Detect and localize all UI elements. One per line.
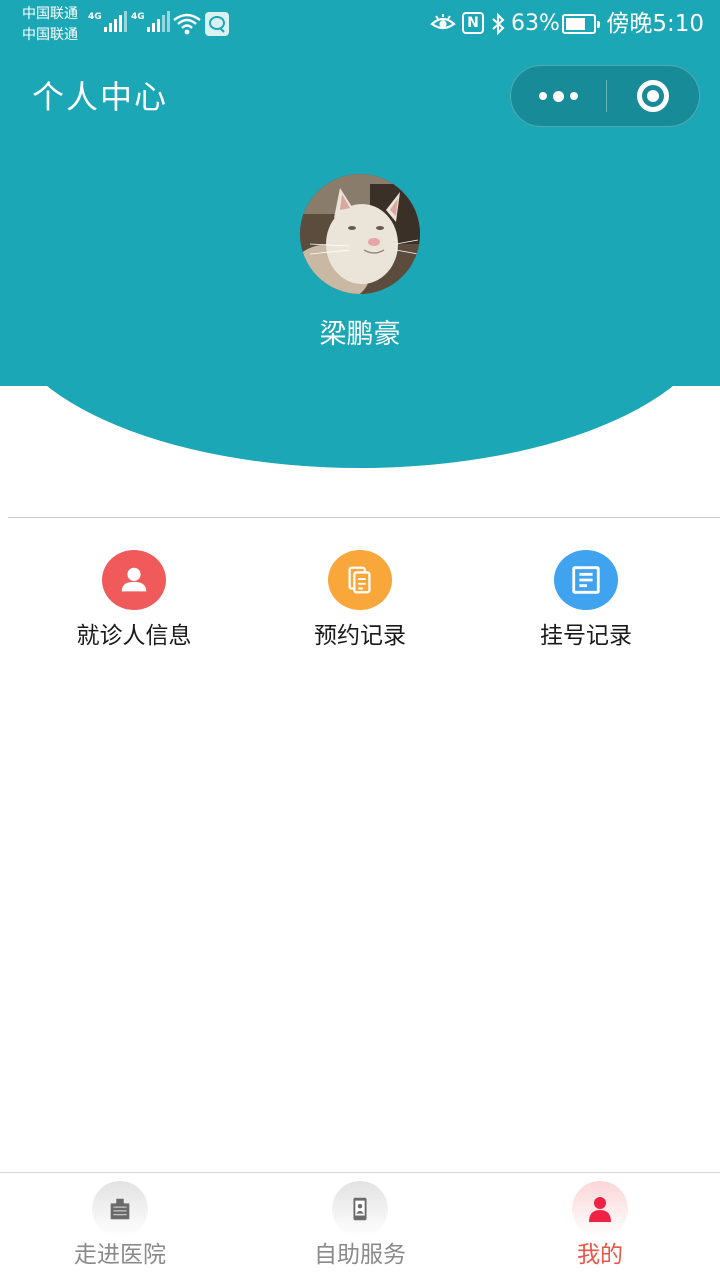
target-icon — [637, 80, 669, 112]
carrier-2-label: 中国联通 — [22, 27, 78, 43]
battery-icon — [562, 14, 600, 34]
tab-label: 自助服务 — [314, 1242, 406, 1268]
network-1-label: 4G — [88, 12, 102, 22]
menu-item-label: 预约记录 — [314, 623, 406, 649]
menu-item-patient-info[interactable]: 就诊人信息 — [14, 548, 254, 658]
user-name: 梁鹏豪 — [319, 319, 401, 350]
screen: 中国联通 中国联通 4G 4G N 63% 傍晚5:10 个人中心 梁鹏豪 就诊… — [0, 0, 720, 1280]
tab-mine[interactable]: 我的 — [480, 1173, 720, 1280]
menu-item-label: 挂号记录 — [540, 623, 632, 649]
mini-program-capsule — [510, 65, 700, 127]
network-2-label: 4G — [131, 12, 145, 22]
avatar[interactable] — [300, 174, 420, 294]
eye-icon — [430, 14, 456, 30]
page-title: 个人中心 — [32, 78, 169, 116]
hospital-icon — [92, 1181, 148, 1237]
signal-2-icon: 4G — [131, 11, 170, 32]
cat-photo — [300, 174, 420, 294]
menu-item-registrations[interactable]: 挂号记录 — [466, 548, 706, 658]
section-divider — [8, 517, 720, 518]
wifi-icon — [173, 13, 201, 35]
user-icon — [102, 550, 166, 610]
clock: 傍晚5:10 — [606, 11, 704, 37]
message-app-icon — [205, 12, 229, 36]
tab-hospital[interactable]: 走进医院 — [0, 1173, 240, 1280]
tab-label: 我的 — [577, 1242, 623, 1268]
list-doc-icon — [554, 550, 618, 610]
more-button[interactable] — [511, 66, 606, 126]
menu-item-appointments[interactable]: 预约记录 — [240, 548, 480, 658]
phone-service-icon — [332, 1181, 388, 1237]
bluetooth-icon — [492, 12, 505, 36]
status-bar: 中国联通 中国联通 4G 4G N 63% 傍晚5:10 — [0, 0, 720, 50]
documents-icon — [328, 550, 392, 610]
tab-bar: 走进医院 自助服务 我的 — [0, 1172, 720, 1280]
nfc-icon: N — [462, 12, 484, 34]
tab-label: 走进医院 — [74, 1242, 166, 1268]
person-icon — [572, 1181, 628, 1237]
tab-self-service[interactable]: 自助服务 — [240, 1173, 480, 1280]
battery-percent: 63% — [511, 11, 560, 36]
signal-1-icon: 4G — [88, 11, 127, 32]
menu-item-label: 就诊人信息 — [76, 623, 192, 649]
close-button[interactable] — [607, 66, 699, 126]
carrier-1-label: 中国联通 — [22, 6, 78, 22]
